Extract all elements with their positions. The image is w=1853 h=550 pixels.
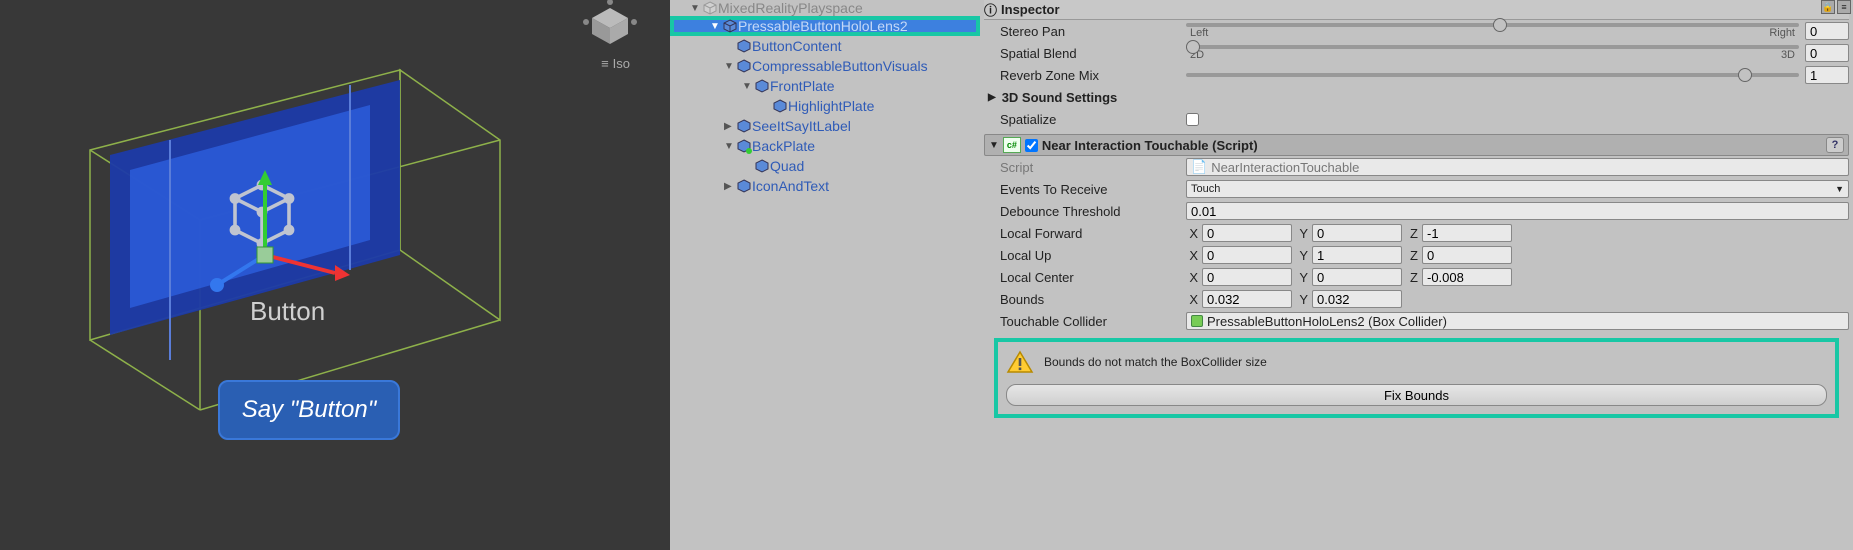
panel-lock-icon[interactable]: 🔒 [1821, 0, 1835, 14]
info-icon: ⓘ [984, 0, 997, 19]
local-forward-y[interactable] [1312, 224, 1402, 242]
reverb-slider[interactable] [1186, 73, 1799, 77]
persp-toggle[interactable]: ≡ Iso [601, 56, 630, 71]
bounds-warning-box: Bounds do not match the BoxCollider size… [994, 338, 1839, 418]
boxcollider-icon [1191, 315, 1203, 327]
prefab-icon [736, 58, 752, 74]
expand-arrow-icon[interactable]: ▶ [724, 181, 734, 192]
chevron-down-icon: ▼ [1835, 184, 1844, 194]
events-dropdown[interactable]: Touch ▼ [1186, 180, 1849, 198]
component-enable-checkbox[interactable] [1025, 139, 1038, 152]
persp-label: Iso [613, 56, 630, 71]
hierarchy-item-mixedrealityplayspace[interactable]: ▼ MixedRealityPlayspace [670, 0, 980, 16]
prefab-icon [772, 98, 788, 114]
local-center-z[interactable] [1422, 268, 1512, 286]
spatial-blend-value[interactable] [1805, 44, 1849, 62]
expand-arrow-icon[interactable]: ▶ [724, 121, 734, 132]
inspector-tab[interactable]: ⓘ Inspector 🔒 ≡ [984, 0, 1849, 20]
reverb-value[interactable] [1805, 66, 1849, 84]
prefab-icon [754, 158, 770, 174]
hierarchy-item-backplate[interactable]: ▼ BackPlate [670, 136, 980, 156]
expand-arrow-icon[interactable]: ▼ [742, 81, 752, 92]
scene-3d-preview[interactable]: Button [40, 60, 510, 420]
spatialize-property: Spatialize [984, 108, 1849, 130]
expand-arrow-icon[interactable]: ▼ [690, 3, 700, 14]
prefab-icon [736, 178, 752, 194]
expand-arrow-icon[interactable]: ▼ [710, 21, 720, 32]
hierarchy-item-highlightplate[interactable]: ▶ HighlightPlate [670, 96, 980, 116]
script-object-field[interactable]: 📄 NearInteractionTouchable [1186, 158, 1849, 176]
warning-icon [1006, 350, 1034, 374]
bounds-property: Bounds X Y [984, 288, 1849, 310]
spatial-blend-property: Spatial Blend 2D3D [984, 42, 1849, 64]
button-label-3d: Button [250, 296, 325, 326]
stereo-pan-slider[interactable] [1186, 23, 1799, 27]
hierarchy-item-pressablebutton[interactable]: ▼ PressableButtonHoloLens2 [670, 16, 980, 36]
local-forward-x[interactable] [1202, 224, 1292, 242]
local-up-z[interactable] [1422, 246, 1512, 264]
prefab-variant-icon [736, 138, 752, 154]
expand-arrow-icon[interactable]: ▼ [724, 141, 734, 152]
bounds-y[interactable] [1312, 290, 1402, 308]
events-to-receive-property: Events To Receive Touch ▼ [984, 178, 1849, 200]
hierarchy-panel[interactable]: ▼ MixedRealityPlayspace ▼ PressableButto… [670, 0, 980, 550]
reverb-zone-property: Reverb Zone Mix [984, 64, 1849, 86]
local-up-x[interactable] [1202, 246, 1292, 264]
say-button-label-3d: Say "Button" [218, 380, 400, 440]
local-center-property: Local Center X Y Z [984, 266, 1849, 288]
script-property: Script 📄 NearInteractionTouchable [984, 156, 1849, 178]
csharp-script-icon: c# [1003, 137, 1021, 153]
stereo-pan-property: Stereo Pan LeftRight [984, 20, 1849, 42]
sound-3d-settings[interactable]: ▶ 3D Sound Settings [984, 86, 1849, 108]
prefab-icon [736, 38, 752, 54]
hierarchy-item-buttoncontent[interactable]: ▶ ButtonContent [670, 36, 980, 56]
hierarchy-item-seeitsayit[interactable]: ▶ SeeItSayItLabel [670, 116, 980, 136]
collider-object-field[interactable]: PressableButtonHoloLens2 (Box Collider) [1186, 312, 1849, 330]
local-up-property: Local Up X Y Z [984, 244, 1849, 266]
touchable-collider-property: Touchable Collider PressableButtonHoloLe… [984, 310, 1849, 332]
panel-menu-icon[interactable]: ≡ [1837, 0, 1851, 14]
stereo-pan-value[interactable] [1805, 22, 1849, 40]
expand-arrow-icon[interactable]: ▼ [724, 61, 734, 72]
prefab-icon [722, 18, 738, 34]
local-center-x[interactable] [1202, 268, 1292, 286]
local-forward-z[interactable] [1422, 224, 1512, 242]
hierarchy-item-quad[interactable]: ▶ Quad [670, 156, 980, 176]
hierarchy-item-frontplate[interactable]: ▼ FrontPlate [670, 76, 980, 96]
hierarchy-item-compressablevisuals[interactable]: ▼ CompressableButtonVisuals [670, 56, 980, 76]
hierarchy-item-iconandtext[interactable]: ▶ IconAndText [670, 176, 980, 196]
spatialize-checkbox[interactable] [1186, 113, 1199, 126]
gameobject-icon [702, 0, 718, 16]
scene-gizmo[interactable] [580, 0, 640, 50]
local-forward-property: Local Forward X Y Z [984, 222, 1849, 244]
bounds-x[interactable] [1202, 290, 1292, 308]
debounce-field[interactable] [1186, 202, 1849, 220]
inspector-panel[interactable]: ⓘ Inspector 🔒 ≡ Stereo Pan LeftRight Spa… [980, 0, 1853, 550]
scene-view[interactable]: ≡ Iso [0, 0, 670, 550]
fix-bounds-button[interactable]: Fix Bounds [1006, 384, 1827, 406]
script-icon: 📄 [1191, 159, 1207, 175]
local-center-y[interactable] [1312, 268, 1402, 286]
help-icon[interactable]: ? [1826, 137, 1844, 153]
spatial-blend-slider[interactable] [1186, 45, 1799, 49]
local-up-y[interactable] [1312, 246, 1402, 264]
persp-icon: ≡ [601, 56, 609, 71]
prefab-icon [736, 118, 752, 134]
component-header-nearinteraction[interactable]: ▼ c# Near Interaction Touchable (Script)… [984, 134, 1849, 156]
warning-text: Bounds do not match the BoxCollider size [1044, 355, 1267, 369]
debounce-property: Debounce Threshold [984, 200, 1849, 222]
prefab-icon [754, 78, 770, 94]
